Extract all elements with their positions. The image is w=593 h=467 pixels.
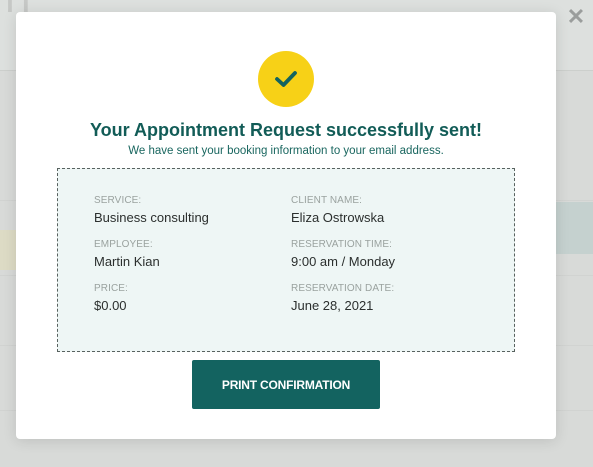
- print-confirmation-button[interactable]: PRINT CONFIRMATION: [192, 360, 380, 409]
- modal-subtitle: We have sent your booking information to…: [128, 145, 444, 157]
- reservation-time-field: RESERVATION TIME: 9:00 am / Monday: [291, 239, 481, 269]
- price-field: PRICE: $0.00: [94, 283, 284, 313]
- price-label: PRICE:: [94, 283, 128, 294]
- service-field: SERVICE: Business consulting: [94, 195, 284, 225]
- reservation-time-label: RESERVATION TIME:: [291, 239, 392, 250]
- reservation-date-label: RESERVATION DATE:: [291, 283, 395, 294]
- checkmark-icon: [258, 51, 314, 107]
- reservation-time-value: 9:00 am / Monday: [291, 254, 396, 269]
- modal-title: Your Appointment Request successfully se…: [89, 120, 483, 140]
- reservation-date-value: June 28, 2021: [291, 298, 374, 313]
- client-name-label: CLIENT NAME:: [291, 195, 363, 206]
- booking-details-panel: SERVICE: Business consulting CLIENT NAME…: [57, 168, 515, 352]
- employee-field: EMPLOYEE: Martin Kian: [94, 239, 284, 269]
- service-value: Business consulting: [94, 210, 209, 225]
- close-icon[interactable]: ✕: [565, 6, 587, 28]
- confirmation-modal: Your Appointment Request successfully se…: [16, 12, 556, 439]
- reservation-date-field: RESERVATION DATE: June 28, 2021: [291, 283, 481, 313]
- client-name-value: Eliza Ostrowska: [291, 210, 385, 225]
- service-label: SERVICE:: [94, 195, 142, 206]
- employee-value: Martin Kian: [94, 254, 160, 269]
- price-value: $0.00: [94, 298, 127, 313]
- client-name-field: CLIENT NAME: Eliza Ostrowska: [291, 195, 481, 225]
- employee-label: EMPLOYEE:: [94, 239, 153, 250]
